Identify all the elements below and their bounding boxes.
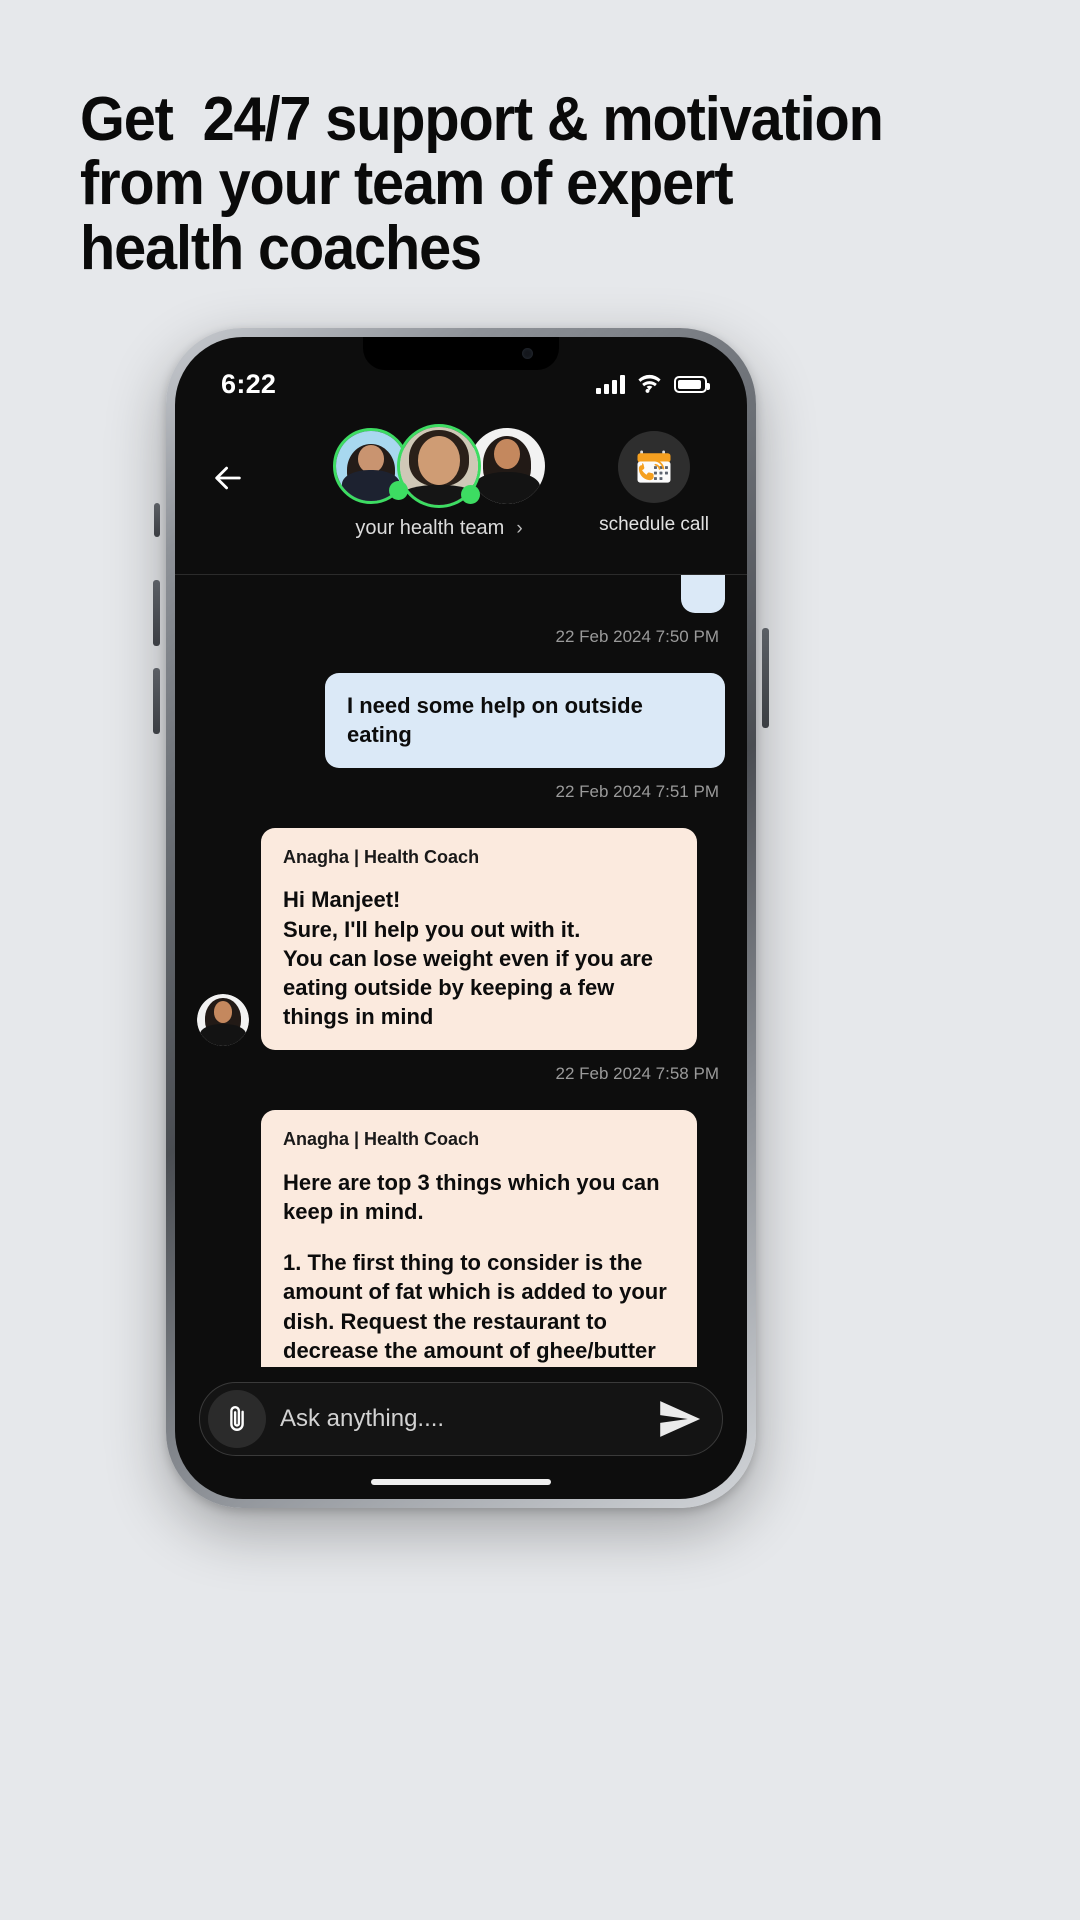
calendar-call-icon: [637, 450, 671, 483]
chat-header: your health team › schedule call: [175, 409, 747, 575]
cellular-signal-icon: [596, 374, 625, 394]
coach-message-paragraph: 1. The first thing to consider is the am…: [283, 1250, 667, 1363]
wifi-icon: [638, 374, 661, 393]
coach-message-sender: Anagha | Health Coach: [283, 846, 480, 867]
attach-button[interactable]: [208, 1390, 266, 1448]
message-row-coach: Anagha | Health Coach Here are top 3 thi…: [197, 1109, 725, 1367]
coach-message-body: Here are top 3 things which you can keep…: [283, 1168, 675, 1367]
team-avatars: [299, 423, 579, 509]
page-title: Get 24/7 support & motivation from your …: [80, 85, 917, 283]
online-dot: [389, 481, 408, 500]
coach-message-sender: Anagha | Health Coach: [283, 1128, 480, 1149]
message-timestamp: 22 Feb 2024 7:58 PM: [555, 1063, 719, 1083]
message-timestamp: 22 Feb 2024 7:51 PM: [555, 781, 719, 801]
status-time: 6:22: [221, 368, 277, 399]
schedule-call-button[interactable]: schedule call: [599, 431, 709, 536]
battery-icon: [674, 375, 710, 393]
status-icons: [596, 374, 710, 394]
health-team-button[interactable]: your health team ›: [299, 423, 579, 540]
schedule-call-icon-circle: [618, 431, 690, 503]
volume-down-button[interactable]: [153, 668, 160, 734]
message-row-coach: Anagha | Health Coach Hi Manjeet! Sure, …: [197, 827, 725, 1050]
home-indicator: [371, 1479, 551, 1485]
user-message-bubble: I need some help on outside eating: [325, 673, 725, 768]
schedule-call-label: schedule call: [599, 514, 709, 535]
message-row-user-clipped: [197, 575, 725, 613]
coach-avatar-2[interactable]: [397, 424, 481, 508]
headline-line-2: from your team of expert: [80, 149, 734, 219]
user-message-bubble-partial: [681, 575, 725, 613]
coach-message-paragraph: Hi Manjeet! Sure, I'll help you out with…: [283, 887, 654, 1030]
paperclip-icon: [230, 1405, 244, 1431]
volume-up-button[interactable]: [153, 580, 160, 646]
notch: [363, 337, 559, 370]
coach-message-body: Hi Manjeet! Sure, I'll help you out with…: [283, 885, 675, 1031]
message-input[interactable]: Ask anything....: [280, 1405, 642, 1433]
message-row-user: I need some help on outside eating: [197, 673, 725, 768]
coach-message-bubble: Anagha | Health Coach Hi Manjeet! Sure, …: [261, 827, 697, 1050]
headline-line-1: Get 24/7 support & motivation: [80, 85, 884, 154]
power-button[interactable]: [762, 628, 769, 728]
health-team-label: your health team: [355, 517, 505, 539]
headline-line-3: health coaches: [80, 213, 482, 283]
health-team-label-row: your health team ›: [299, 517, 579, 540]
coach-message-paragraph: Here are top 3 things which you can keep…: [283, 1169, 660, 1224]
online-dot: [461, 485, 480, 504]
coach-message-avatar: [197, 993, 249, 1046]
promo-screenshot: Get 24/7 support & motivation from your …: [0, 0, 1080, 1920]
message-timestamp: 22 Feb 2024 7:50 PM: [555, 627, 719, 646]
mute-switch[interactable]: [154, 503, 160, 537]
phone-screen: 6:22 your health team › schedule call 22…: [175, 337, 747, 1499]
chevron-right-icon: ›: [516, 517, 523, 539]
phone-mockup: 6:22 your health team › schedule call 22…: [153, 328, 769, 1508]
message-list[interactable]: 22 Feb 2024 7:50 PM I need some help on …: [175, 575, 747, 1367]
message-input-wrapper[interactable]: Ask anything....: [199, 1382, 723, 1456]
back-arrow-icon[interactable]: [211, 461, 245, 495]
send-icon[interactable]: [656, 1396, 702, 1442]
coach-message-bubble: Anagha | Health Coach Here are top 3 thi…: [261, 1109, 697, 1367]
